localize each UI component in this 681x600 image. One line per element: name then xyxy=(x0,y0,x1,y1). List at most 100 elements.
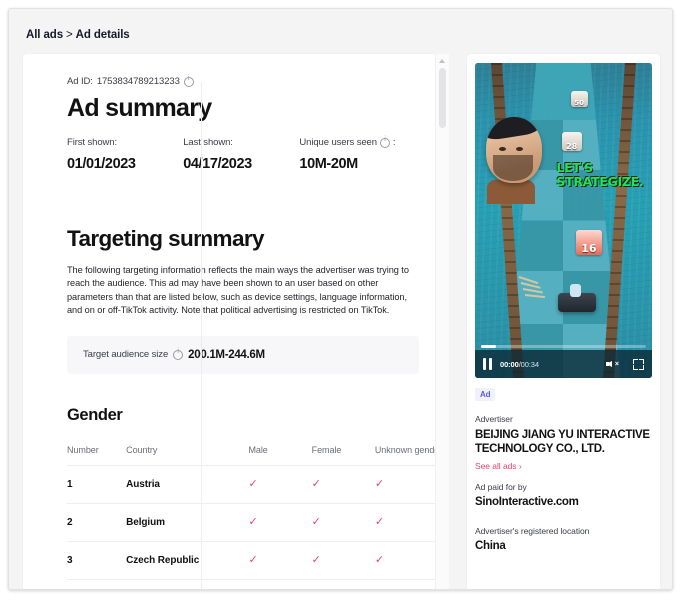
breadcrumb-all-ads[interactable]: All ads xyxy=(26,29,63,41)
breadcrumb: All ads > Ad details xyxy=(26,29,130,41)
ad-details-panel: Ad ID: 1753834789213233 Ad summary First… xyxy=(23,54,435,589)
cell-country: Belgium xyxy=(126,502,249,542)
stat-unique-users-text: Unique users seen xyxy=(299,137,377,148)
target-audience-value: 200.1M-244.6M xyxy=(188,348,265,361)
ad-paid-for-by-value: SinoInteractive.com xyxy=(475,496,579,508)
column-header-unknown-gender: Unknown gender xyxy=(374,444,435,455)
ad-id-row: Ad ID: 1753834789213233 xyxy=(67,75,435,87)
advertiser-block: Advertiser BEIJING JIANG YU INTERACTIVE … xyxy=(475,414,655,471)
check-icon: ✓ xyxy=(311,515,321,528)
mute-icon[interactable]: × xyxy=(606,359,619,370)
registered-location-block: Advertiser's registered location China xyxy=(475,526,655,552)
spears-group xyxy=(518,274,559,300)
raft-figure xyxy=(570,283,582,297)
targeting-summary-title: Targeting summary xyxy=(67,226,265,251)
see-all-ads-text: See all ads xyxy=(475,461,517,471)
check-icon: ✓ xyxy=(248,515,258,528)
cell-male: ✓ xyxy=(248,578,312,589)
eye-left xyxy=(498,146,506,151)
cell-unknown: ✓ xyxy=(374,540,435,580)
beanie-hat xyxy=(485,116,542,141)
caption-line-1: LET'S xyxy=(556,159,593,175)
cell-country: Czech Republic xyxy=(126,540,249,580)
table-header-row: Number Country Male Female Unknown gende… xyxy=(67,439,435,466)
fullscreen-icon[interactable] xyxy=(633,358,644,370)
pause-icon[interactable] xyxy=(483,358,492,370)
tower-number: 16 xyxy=(581,241,597,255)
cell-female: ✓ xyxy=(311,502,375,542)
ad-details-content: Ad ID: 1753834789213233 Ad summary First… xyxy=(23,54,435,589)
cell-male: ✓ xyxy=(248,502,312,542)
cell-unknown: ✓ xyxy=(374,502,435,542)
caption-line-2: STRATEGIZE. xyxy=(556,173,644,189)
advertiser-label: Advertiser xyxy=(475,414,513,424)
tower-marker: 50 xyxy=(570,91,588,108)
ad-paid-for-by-block: Ad paid for by SinoInteractive.com xyxy=(475,482,655,508)
app-window: All ads > Ad details Ad ID: 17538347892132… xyxy=(8,8,673,590)
ad-summary-stats: First shown: 01/01/2023 Last shown: 04/1… xyxy=(67,136,435,173)
target-audience-size-box: Target audience size 200.1M-244.6M xyxy=(67,335,419,374)
info-icon[interactable] xyxy=(379,136,390,148)
info-icon[interactable] xyxy=(183,75,194,87)
cell-female: ✓ xyxy=(311,464,375,504)
ad-id-label: Ad ID: xyxy=(67,76,93,87)
targeting-description: The following targeting information refl… xyxy=(67,265,409,316)
check-icon: ✓ xyxy=(374,477,384,490)
stat-first-shown-value: 01/01/2023 xyxy=(67,156,136,172)
cell-female: ✓ xyxy=(311,540,375,580)
screenshot-root: All ads > Ad details Ad ID: 17538347892132… xyxy=(0,0,681,600)
check-icon: ✓ xyxy=(374,515,384,528)
registered-location-value: China xyxy=(475,540,506,552)
gender-section-title: Gender xyxy=(67,405,123,424)
cell-female: ✓ xyxy=(311,578,375,589)
cell-unknown: ✓ xyxy=(374,578,435,589)
progress-bar[interactable] xyxy=(481,345,646,348)
cell-male: ✓ xyxy=(248,540,312,580)
info-icon[interactable] xyxy=(173,348,184,360)
creator-face xyxy=(485,116,542,183)
stat-unique-users-colon: : xyxy=(392,137,396,148)
gender-table: Number Country Male Female Unknown gende… xyxy=(67,439,435,589)
column-header-number: Number xyxy=(67,444,99,455)
cell-male: ✓ xyxy=(248,464,312,504)
table-row: 1 Austria ✓ ✓ ✓ xyxy=(67,464,435,504)
scroll-up-arrow-icon[interactable] xyxy=(439,59,445,63)
table-row: 3 Czech Republic ✓ ✓ ✓ xyxy=(67,540,435,580)
stat-unique-users-value: 10M-20M xyxy=(299,156,358,172)
registered-location-label: Advertiser's registered location xyxy=(475,526,590,536)
stat-unique-users: Unique users seen : 10M-20M xyxy=(299,136,435,173)
gender-table-body: 1 Austria ✓ ✓ ✓ 2 Belgium ✓ ✓ ✓ 3 Czech … xyxy=(67,464,435,589)
video-time: 00:00/00:34 xyxy=(500,360,539,369)
table-row: 2 Belgium ✓ ✓ ✓ xyxy=(67,502,435,542)
stat-first-shown-label: First shown: xyxy=(67,137,118,148)
tower-number: 28 xyxy=(566,142,578,152)
breadcrumb-separator: > xyxy=(66,29,73,41)
cell-number: 1 xyxy=(67,464,127,504)
video-player[interactable]: 50 28 16 LET'S STRATEGIZE. 00:00/00:34 × xyxy=(475,63,652,378)
progress-fill xyxy=(481,345,496,348)
table-divider xyxy=(201,82,202,589)
ad-badge: Ad xyxy=(475,388,496,401)
video-controls: 00:00/00:34 × xyxy=(475,345,652,378)
gender-table-wrapper: Number Country Male Female Unknown gende… xyxy=(67,82,435,589)
see-all-ads-link[interactable]: See all ads › xyxy=(475,461,655,471)
video-current-time: 00:00 xyxy=(500,359,519,369)
spear xyxy=(525,294,546,299)
eye-right xyxy=(515,146,523,151)
chevron-right-icon: › xyxy=(518,461,522,471)
column-header-country: Country xyxy=(126,444,158,455)
scrollbar-thumb[interactable] xyxy=(439,68,446,128)
video-duration: 00:34 xyxy=(520,359,539,369)
column-header-male: Male xyxy=(248,444,268,455)
breadcrumb-current: Ad details xyxy=(75,29,130,41)
cell-number: 3 xyxy=(67,540,127,580)
table-row: 4 Denmark ✓ ✓ ✓ xyxy=(67,578,435,589)
check-icon: ✓ xyxy=(311,553,321,566)
page-title: Ad summary xyxy=(67,94,212,122)
video-controls-right: × xyxy=(606,358,644,370)
stat-first-shown: First shown: 01/01/2023 xyxy=(67,137,183,172)
tower-number: 50 xyxy=(574,99,584,108)
check-icon: ✓ xyxy=(374,553,384,566)
ad-paid-for-by-label: Ad paid for by xyxy=(475,482,527,492)
vertical-scrollbar[interactable] xyxy=(435,54,449,589)
